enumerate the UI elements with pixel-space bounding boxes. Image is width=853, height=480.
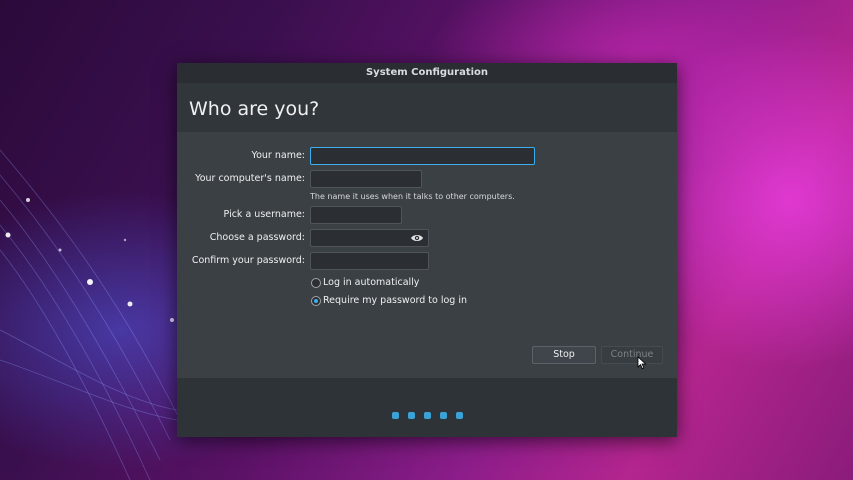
progress-dot — [456, 412, 463, 419]
password-input[interactable] — [310, 229, 429, 247]
progress-indicator — [392, 404, 463, 419]
progress-dot — [408, 412, 415, 419]
system-configuration-dialog: System Configuration Who are you? Your n… — [177, 63, 677, 437]
computer-name-hint: The name it uses when it talks to other … — [310, 192, 515, 201]
require-password-label: Require my password to log in — [323, 295, 468, 306]
confirm-password-row: Confirm your password: — [177, 252, 677, 272]
page-title: Who are you? — [189, 98, 320, 120]
computer-name-label: Your computer's name: — [195, 173, 305, 184]
confirm-password-input[interactable] — [310, 252, 429, 270]
username-label: Pick a username: — [223, 209, 305, 220]
progress-dot — [392, 412, 399, 419]
login-automatically-radio[interactable] — [311, 278, 321, 288]
confirm-password-label: Confirm your password: — [191, 255, 305, 266]
mouse-pointer-icon — [637, 356, 647, 370]
computer-name-row: Your computer's name: — [177, 170, 677, 190]
heading-area: Who are you? — [177, 83, 677, 132]
computer-name-input[interactable] — [310, 170, 422, 188]
continue-button[interactable]: Continue — [601, 346, 663, 364]
your-name-row: Your name: — [177, 147, 677, 167]
progress-dot — [424, 412, 431, 419]
username-input[interactable] — [310, 206, 402, 224]
password-label: Choose a password: — [209, 232, 305, 243]
stop-button[interactable]: Stop — [532, 346, 596, 364]
progress-footer — [177, 378, 677, 437]
login-automatically-label: Log in automatically — [323, 277, 420, 288]
password-row: Choose a password: — [177, 229, 677, 249]
username-row: Pick a username: — [177, 206, 677, 226]
window-title: System Configuration — [177, 63, 677, 83]
your-name-label: Your name: — [251, 150, 305, 161]
user-form: Your name: Your computer's name: The nam… — [177, 132, 677, 378]
require-password-radio[interactable] — [311, 296, 321, 306]
progress-dot — [440, 412, 447, 419]
your-name-input[interactable] — [310, 147, 535, 165]
eye-icon[interactable] — [410, 233, 424, 243]
